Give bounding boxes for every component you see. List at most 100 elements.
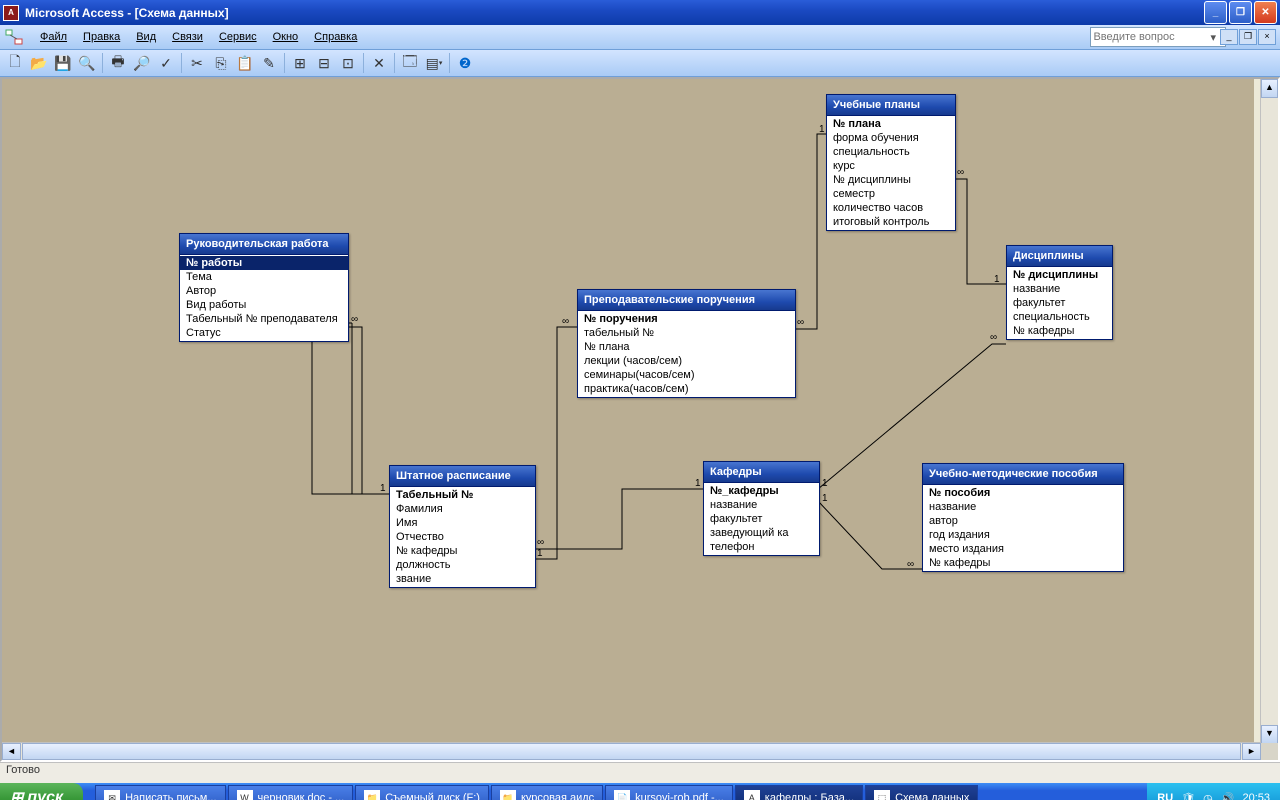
- field[interactable]: № поручения: [578, 312, 795, 326]
- menu-window[interactable]: Окно: [265, 29, 307, 45]
- mdi-close-button[interactable]: ×: [1258, 29, 1276, 45]
- field[interactable]: Статус: [180, 326, 348, 340]
- vertical-scrollbar[interactable]: ▲ ▼: [1260, 79, 1278, 744]
- field[interactable]: название: [923, 500, 1123, 514]
- save-icon[interactable]: 💾: [52, 52, 74, 74]
- field[interactable]: Отчество: [390, 530, 535, 544]
- field[interactable]: Вид работы: [180, 298, 348, 312]
- field[interactable]: название: [1007, 282, 1112, 296]
- field[interactable]: год издания: [923, 528, 1123, 542]
- relationships-canvas[interactable]: ∞ 1 1 ∞ ∞ 1 ∞ 1 1 ∞ 1 ∞ 1 ∞ Руководитель…: [2, 79, 1254, 760]
- menu-help[interactable]: Справка: [306, 29, 365, 45]
- field[interactable]: курс: [827, 159, 955, 173]
- table-header[interactable]: Руководительская работа: [180, 234, 348, 255]
- field[interactable]: практика(часов/сем): [578, 382, 795, 396]
- menu-service[interactable]: Сервис: [211, 29, 265, 45]
- open-icon[interactable]: 📂: [28, 52, 50, 74]
- delete-icon[interactable]: ✕: [368, 52, 390, 74]
- field[interactable]: № кафедры: [1007, 324, 1112, 338]
- field[interactable]: Табельный № преподавателя: [180, 312, 348, 326]
- format-icon[interactable]: ✎: [258, 52, 280, 74]
- field[interactable]: табельный №: [578, 326, 795, 340]
- relationships-icon[interactable]: [4, 28, 24, 46]
- field[interactable]: Имя: [390, 516, 535, 530]
- taskbar-item[interactable]: 📁курсовая аидс: [491, 785, 603, 800]
- field[interactable]: № дисциплины: [827, 173, 955, 187]
- field[interactable]: Тема: [180, 270, 348, 284]
- field[interactable]: форма обучения: [827, 131, 955, 145]
- maximize-button[interactable]: ❐: [1229, 1, 1252, 24]
- table-header[interactable]: Преподавательские поручения: [578, 290, 795, 311]
- close-button[interactable]: ✕: [1254, 1, 1277, 24]
- field[interactable]: № дисциплины: [1007, 268, 1112, 282]
- field[interactable]: семестр: [827, 187, 955, 201]
- taskbar-item[interactable]: 📁Съемный диск (F:): [355, 785, 489, 800]
- taskbar-item[interactable]: Aкафедры : База...: [735, 785, 863, 800]
- field[interactable]: № кафедры: [923, 556, 1123, 570]
- table-header[interactable]: Кафедры: [704, 462, 819, 483]
- field[interactable]: Фамилия: [390, 502, 535, 516]
- new-object-icon[interactable]: ▤▾: [423, 52, 445, 74]
- language-indicator[interactable]: RU: [1157, 792, 1173, 800]
- table-header[interactable]: Учебно-методические пособия: [923, 464, 1123, 485]
- field[interactable]: № работы: [180, 256, 348, 270]
- taskbar-item[interactable]: ⬚Схема данных: [865, 785, 978, 800]
- taskbar-item[interactable]: Wчерновик.doc - ...: [228, 785, 354, 800]
- table-disciplines[interactable]: Дисциплины № дисциплины название факульт…: [1006, 245, 1113, 340]
- scroll-right-icon[interactable]: ►: [1242, 743, 1261, 760]
- new-icon[interactable]: 🗋: [4, 52, 26, 74]
- field[interactable]: семинары(часов/сем): [578, 368, 795, 382]
- clock[interactable]: 20:53: [1242, 792, 1270, 800]
- help-icon[interactable]: ❷: [454, 52, 476, 74]
- tray-icon[interactable]: 🔊: [1221, 792, 1235, 800]
- system-tray[interactable]: RU 🛡 ◷ 🔊 20:53: [1147, 783, 1280, 800]
- mdi-minimize-button[interactable]: _: [1220, 29, 1238, 45]
- field[interactable]: специальность: [827, 145, 955, 159]
- field[interactable]: место издания: [923, 542, 1123, 556]
- field[interactable]: Автор: [180, 284, 348, 298]
- field[interactable]: №_кафедры: [704, 484, 819, 498]
- table-header[interactable]: Учебные планы: [827, 95, 955, 116]
- tray-icon[interactable]: ◷: [1203, 792, 1213, 800]
- table-plans[interactable]: Учебные планы № плана форма обучения спе…: [826, 94, 956, 231]
- field[interactable]: Табельный №: [390, 488, 535, 502]
- field[interactable]: телефон: [704, 540, 819, 554]
- menu-view[interactable]: Вид: [128, 29, 164, 45]
- db-window-icon[interactable]: 🗔: [399, 52, 421, 74]
- menu-file[interactable]: Файл: [32, 29, 75, 45]
- cut-icon[interactable]: ✂: [186, 52, 208, 74]
- field[interactable]: название: [704, 498, 819, 512]
- field[interactable]: лекции (часов/сем): [578, 354, 795, 368]
- mdi-restore-button[interactable]: ❐: [1239, 29, 1257, 45]
- spellcheck-icon[interactable]: ✓: [155, 52, 177, 74]
- table-header[interactable]: Штатное расписание: [390, 466, 535, 487]
- field[interactable]: должность: [390, 558, 535, 572]
- field[interactable]: № плана: [578, 340, 795, 354]
- field[interactable]: автор: [923, 514, 1123, 528]
- field[interactable]: специальность: [1007, 310, 1112, 324]
- start-button[interactable]: ⊞пуск: [0, 783, 83, 800]
- tray-icon[interactable]: 🛡: [1181, 792, 1195, 800]
- field[interactable]: факультет: [1007, 296, 1112, 310]
- help-question-input[interactable]: [1090, 27, 1226, 47]
- table-departments[interactable]: Кафедры №_кафедры название факультет зав…: [703, 461, 820, 556]
- copy-icon[interactable]: ⎘: [210, 52, 232, 74]
- horizontal-scrollbar[interactable]: ◄ ►: [2, 742, 1261, 760]
- field[interactable]: № плана: [827, 117, 955, 131]
- show-direct-icon[interactable]: ⊟: [313, 52, 335, 74]
- table-staff[interactable]: Штатное расписание Табельный № Фамилия И…: [389, 465, 536, 588]
- scroll-left-icon[interactable]: ◄: [2, 743, 21, 760]
- scroll-thumb[interactable]: [22, 743, 1241, 760]
- table-assignments[interactable]: Преподавательские поручения № поручения …: [577, 289, 796, 398]
- minimize-button[interactable]: _: [1204, 1, 1227, 24]
- scroll-up-icon[interactable]: ▲: [1261, 79, 1278, 98]
- search-icon[interactable]: 🔍: [76, 52, 98, 74]
- menu-relations[interactable]: Связи: [164, 29, 211, 45]
- table-manuals[interactable]: Учебно-методические пособия № пособия на…: [922, 463, 1124, 572]
- field[interactable]: № кафедры: [390, 544, 535, 558]
- table-header[interactable]: Дисциплины: [1007, 246, 1112, 267]
- field[interactable]: итоговый контроль: [827, 215, 955, 229]
- paste-icon[interactable]: 📋: [234, 52, 256, 74]
- preview-icon[interactable]: 🔎: [131, 52, 153, 74]
- table-leadership[interactable]: Руководительская работа № работы Тема Ав…: [179, 233, 349, 342]
